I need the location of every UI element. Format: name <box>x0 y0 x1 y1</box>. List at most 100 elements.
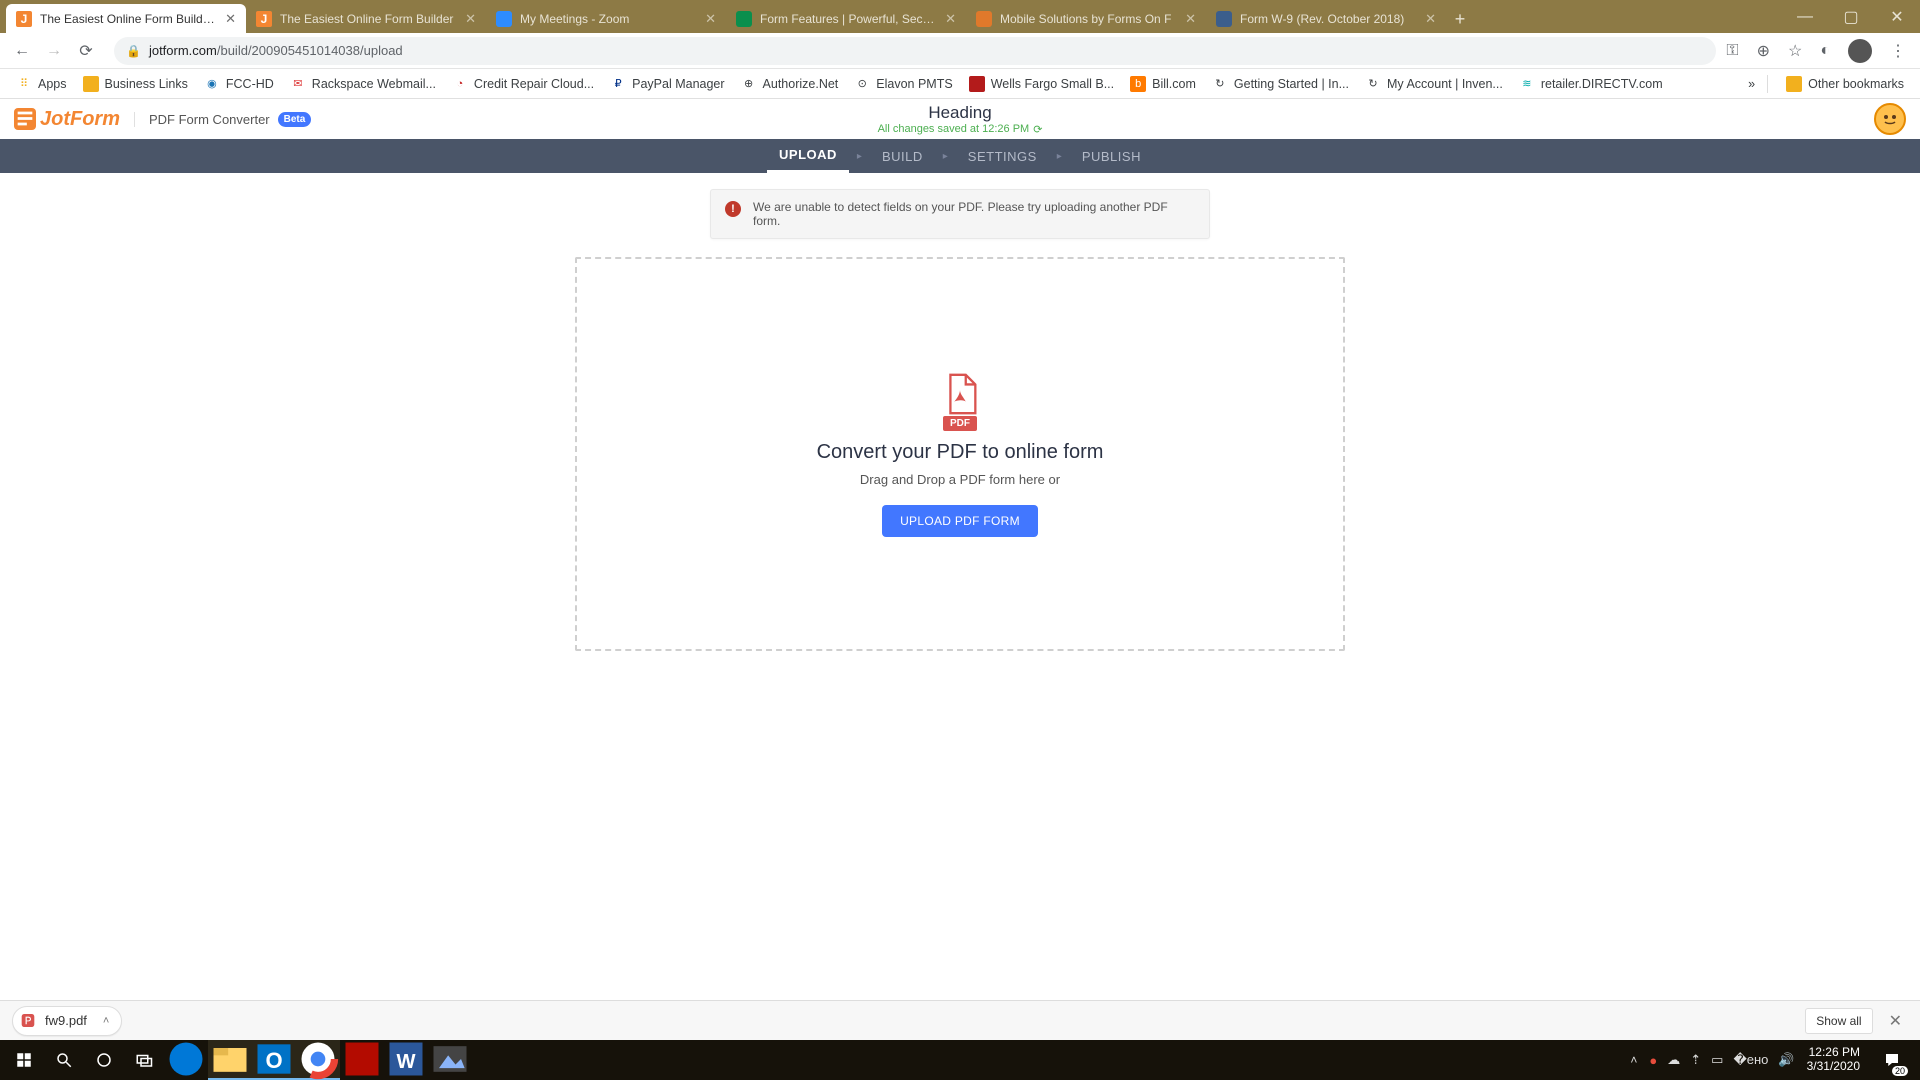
upload-pdf-button[interactable]: UPLOAD PDF FORM <box>882 505 1038 537</box>
taskbar-clock[interactable]: 12:26 PM 3/31/2020 <box>1807 1046 1860 1074</box>
task-view-button[interactable] <box>124 1040 164 1080</box>
downloads-shelf: 🅿 fw9.pdf ˄ Show all ✕ <box>0 1000 1920 1040</box>
show-all-downloads-button[interactable]: Show all <box>1805 1008 1872 1034</box>
bookmarks-overflow[interactable]: » <box>1748 77 1755 91</box>
minimize-button[interactable]: — <box>1782 0 1828 33</box>
browser-tab[interactable]: Form W-9 (Rev. October 2018) ✕ <box>1206 4 1446 33</box>
tray-chevron-icon[interactable]: ˄ <box>1630 1053 1637 1067</box>
download-item[interactable]: 🅿 fw9.pdf ˄ <box>12 1006 122 1036</box>
bookmark-item[interactable]: ↻My Account | Inven... <box>1359 73 1509 95</box>
jotform-logo[interactable]: JotForm <box>14 108 120 131</box>
search-button[interactable] <box>44 1040 84 1080</box>
chevron-right-icon: ▸ <box>1057 151 1062 162</box>
tray-icon[interactable]: ☁ <box>1667 1052 1680 1068</box>
taskbar-app-outlook[interactable]: O <box>252 1040 296 1080</box>
reload-button[interactable]: ⟳ <box>72 37 100 65</box>
svg-text:W: W <box>396 1051 415 1073</box>
close-icon[interactable]: ✕ <box>705 12 716 25</box>
browser-tab[interactable]: J The Easiest Online Form Builder ✕ <box>246 4 486 33</box>
separator <box>1767 75 1768 93</box>
new-tab-button[interactable]: + <box>1446 5 1474 33</box>
stage-settings[interactable]: SETTINGS <box>956 139 1049 173</box>
tab-title: The Easiest Online Form Builder | <box>40 12 217 26</box>
bookmark-item[interactable]: Wells Fargo Small B... <box>963 73 1120 95</box>
stage-build[interactable]: BUILD <box>870 139 935 173</box>
extension-icon[interactable]: ◐ <box>1820 42 1830 60</box>
tray-icon[interactable]: ⇡ <box>1690 1052 1701 1068</box>
app-header: JotForm PDF Form Converter Beta Heading … <box>0 99 1920 139</box>
other-bookmarks[interactable]: Other bookmarks <box>1780 73 1910 95</box>
bookmark-item[interactable]: ≋retailer.DIRECTV.com <box>1513 73 1669 95</box>
stage-nav: UPLOAD ▸ BUILD ▸ SETTINGS ▸ PUBLISH <box>0 139 1920 173</box>
tray-battery-icon[interactable]: ▭ <box>1711 1052 1723 1068</box>
taskbar-app-edge[interactable] <box>164 1040 208 1080</box>
browser-tab[interactable]: My Meetings - Zoom ✕ <box>486 4 726 33</box>
apps-button[interactable]: ⠿Apps <box>10 73 73 95</box>
favicon-icon <box>976 11 992 27</box>
window-controls: — ▢ ✕ <box>1782 0 1920 33</box>
bookmark-item[interactable]: ✉Rackspace Webmail... <box>284 73 442 95</box>
close-icon[interactable]: ✕ <box>945 12 956 25</box>
stage-upload[interactable]: UPLOAD <box>767 139 849 173</box>
bookmark-item[interactable]: ⊕Authorize.Net <box>735 73 845 95</box>
tab-title: My Meetings - Zoom <box>520 12 697 26</box>
zoom-icon[interactable]: ⊕ <box>1757 41 1770 61</box>
logo-text: JotForm <box>40 108 120 131</box>
favicon-icon: J <box>256 11 272 27</box>
close-icon[interactable]: ✕ <box>1185 12 1196 25</box>
close-icon[interactable]: ✕ <box>225 12 236 25</box>
profile-avatar[interactable] <box>1848 39 1872 63</box>
chevron-up-icon[interactable]: ˄ <box>103 1015 109 1027</box>
taskbar-app-word[interactable]: W <box>384 1040 428 1080</box>
start-button[interactable] <box>4 1040 44 1080</box>
tray-icon[interactable]: ● <box>1649 1053 1657 1068</box>
app-title-area: Heading All changes saved at 12:26 PM⟳ <box>878 103 1043 136</box>
forward-button[interactable]: → <box>40 37 68 65</box>
close-shelf-button[interactable]: ✕ <box>1883 1007 1908 1035</box>
bookmark-item[interactable]: ₽PayPal Manager <box>604 73 730 95</box>
bookmark-item[interactable]: ↻Getting Started | In... <box>1206 73 1355 95</box>
action-center-button[interactable]: 20 <box>1872 1040 1912 1080</box>
close-icon[interactable]: ✕ <box>1425 12 1436 25</box>
chevron-right-icon: ▸ <box>943 151 948 162</box>
pdf-file-icon: 🅿 <box>21 1011 35 1031</box>
alert-text: We are unable to detect fields on your P… <box>753 200 1195 228</box>
download-filename: fw9.pdf <box>45 1013 87 1028</box>
browser-tab[interactable]: Mobile Solutions by Forms On F ✕ <box>966 4 1206 33</box>
browser-tab[interactable]: J The Easiest Online Form Builder | ✕ <box>6 4 246 33</box>
upload-dropzone[interactable]: PDF Convert your PDF to online form Drag… <box>575 257 1345 651</box>
beta-badge: Beta <box>278 112 312 127</box>
page-title[interactable]: Heading <box>878 103 1043 123</box>
notification-count: 20 <box>1892 1066 1908 1076</box>
maximize-button[interactable]: ▢ <box>1828 0 1874 33</box>
taskbar-app-explorer[interactable] <box>208 1040 252 1080</box>
key-icon[interactable]: ⚿ <box>1726 42 1738 60</box>
bookmark-item[interactable]: ⊙Elavon PMTS <box>848 73 958 95</box>
system-tray: ● ☁ ⇡ ▭ �ено 🔊 <box>1649 1052 1794 1068</box>
stage-publish[interactable]: PUBLISH <box>1070 139 1153 173</box>
taskbar-app-chrome[interactable] <box>296 1040 340 1080</box>
favicon-icon <box>736 11 752 27</box>
tray-wifi-icon[interactable]: �ено <box>1733 1052 1768 1068</box>
save-status: All changes saved at 12:26 PM⟳ <box>878 123 1043 136</box>
chevron-right-icon: ▸ <box>857 151 862 162</box>
taskbar-app-acrobat[interactable] <box>340 1040 384 1080</box>
user-avatar[interactable] <box>1874 103 1906 135</box>
browser-tabstrip: J The Easiest Online Form Builder | ✕ J … <box>0 0 1920 33</box>
favicon-icon <box>496 11 512 27</box>
browser-tab[interactable]: Form Features | Powerful, Secure ✕ <box>726 4 966 33</box>
bookmark-item[interactable]: Business Links <box>77 73 194 95</box>
back-button[interactable]: ← <box>8 37 36 65</box>
menu-icon[interactable]: ⋮ <box>1890 41 1906 61</box>
windows-taskbar: O W ˄ ● ☁ ⇡ ▭ �ено 🔊 12:26 PM 3/31/2020 … <box>0 1040 1920 1080</box>
bookmark-item[interactable]: bBill.com <box>1124 73 1202 95</box>
bookmark-item[interactable]: ◔Credit Repair Cloud... <box>446 73 600 95</box>
cortana-button[interactable] <box>84 1040 124 1080</box>
bookmark-item[interactable]: ◉FCC-HD <box>198 73 280 95</box>
tray-volume-icon[interactable]: 🔊 <box>1778 1052 1794 1068</box>
url-input[interactable]: 🔒 jotform.com/build/200905451014038/uplo… <box>114 37 1716 65</box>
close-window-button[interactable]: ✕ <box>1874 0 1920 33</box>
taskbar-app-photos[interactable] <box>428 1040 472 1080</box>
star-icon[interactable]: ☆ <box>1788 41 1802 61</box>
close-icon[interactable]: ✕ <box>465 12 476 25</box>
